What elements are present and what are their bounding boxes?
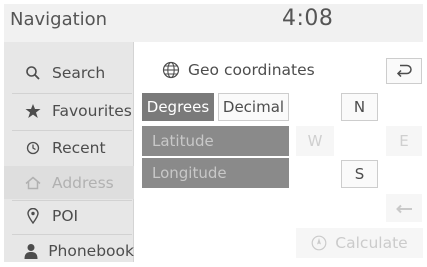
back-arrow-icon	[395, 62, 413, 81]
calculate-label: Calculate	[335, 234, 408, 252]
north-button[interactable]: N	[341, 93, 378, 121]
sidebar-item-favourites[interactable]: Favourites	[4, 94, 134, 127]
backspace-arrow-icon	[395, 199, 413, 218]
person-icon	[24, 242, 38, 260]
east-button[interactable]: E	[386, 126, 422, 156]
sidebar-item-search[interactable]: Search	[4, 56, 134, 89]
clock-icon	[24, 139, 42, 157]
sidebar-item-label: Phonebook	[48, 241, 134, 260]
sidebar-item-poi[interactable]: POI	[4, 199, 134, 232]
sidebar-item-label: Favourites	[52, 101, 132, 120]
sidebar-item-address[interactable]: Address	[4, 166, 134, 199]
compass-icon	[311, 235, 327, 251]
degrees-toggle[interactable]: Degrees	[142, 93, 214, 121]
star-icon	[24, 102, 42, 120]
sidebar-item-label: Search	[52, 63, 106, 82]
latitude-input[interactable]: Latitude	[142, 126, 289, 156]
sidebar: Search Favourites Recent Address POI Pho…	[4, 42, 134, 262]
navigation-screen: Navigation 4:08 Search Favourites Recent	[0, 0, 427, 262]
west-button[interactable]: W	[296, 126, 334, 156]
sidebar-item-label: Address	[52, 173, 114, 192]
search-icon	[24, 64, 42, 82]
calculate-button[interactable]: Calculate	[296, 228, 423, 258]
pin-icon	[24, 207, 42, 225]
page-title-text: Geo coordinates	[188, 61, 315, 79]
house-icon	[24, 174, 42, 192]
sidebar-item-recent[interactable]: Recent	[4, 131, 134, 164]
sidebar-item-label: POI	[52, 206, 79, 225]
south-button[interactable]: S	[341, 160, 378, 188]
decimal-toggle[interactable]: Decimal	[218, 93, 289, 121]
screen-title: Navigation	[10, 9, 108, 30]
header-bar: Navigation 4:08	[4, 4, 423, 42]
longitude-input[interactable]: Longitude	[142, 158, 289, 188]
page-title: Geo coordinates	[162, 61, 315, 79]
sidebar-item-label: Recent	[52, 138, 106, 157]
globe-icon	[162, 61, 180, 79]
clock: 4:08	[282, 6, 334, 31]
back-button[interactable]	[386, 58, 422, 84]
sidebar-item-phonebook[interactable]: Phonebook	[4, 234, 134, 267]
backspace-button[interactable]	[386, 194, 422, 222]
